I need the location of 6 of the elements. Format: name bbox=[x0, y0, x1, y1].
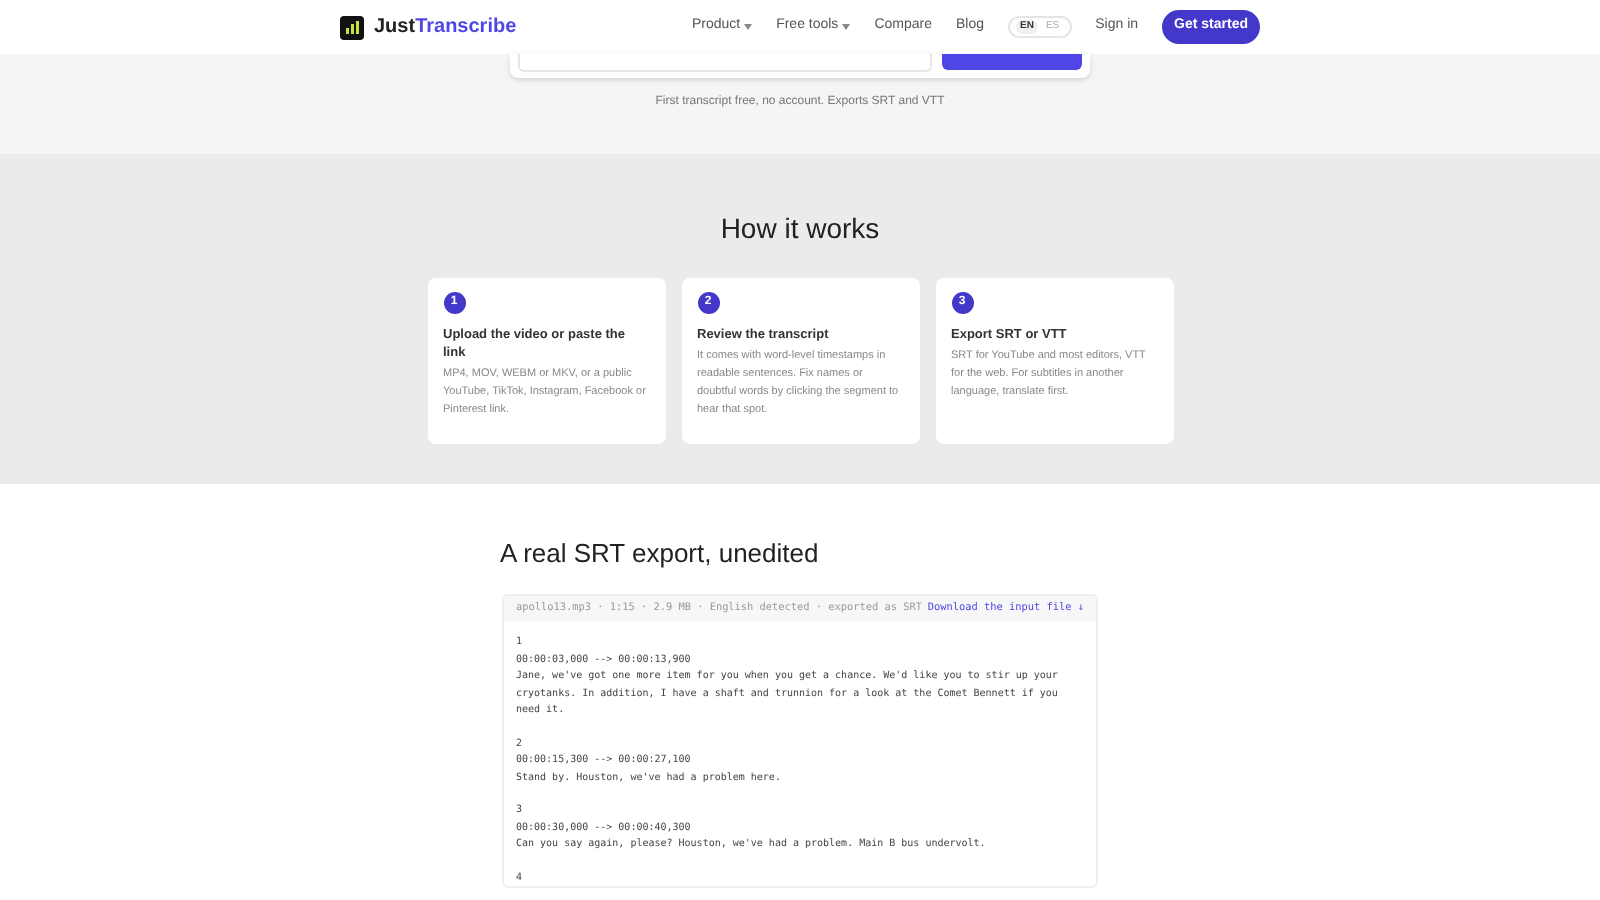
link-input-field[interactable] bbox=[518, 54, 932, 72]
logo-text[interactable]: JustTranscribe bbox=[374, 12, 517, 42]
section-title: How it works bbox=[720, 210, 880, 248]
section-title: A real SRT export, unedited bbox=[500, 536, 821, 572]
logo-icon bbox=[340, 15, 364, 39]
submit-button[interactable] bbox=[942, 54, 1082, 70]
